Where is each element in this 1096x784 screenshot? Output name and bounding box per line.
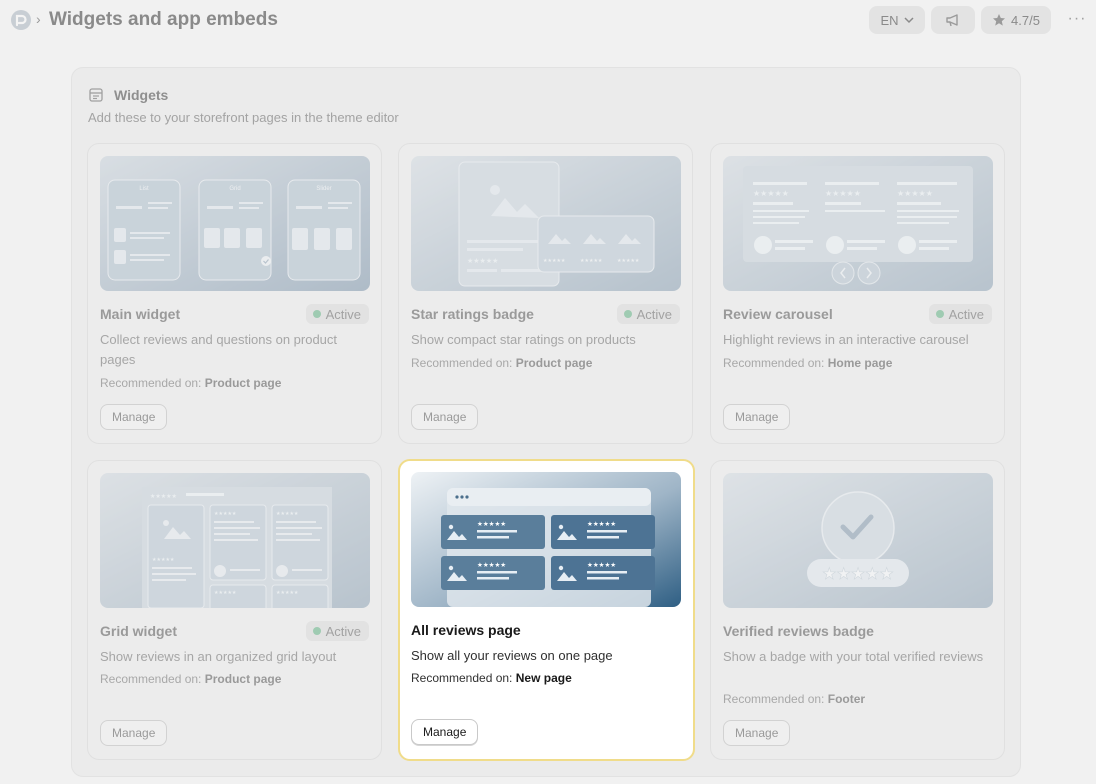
- card-recommendation: Recommended on: Product page: [411, 356, 592, 370]
- panel-subtitle: Add these to your storefront pages in th…: [88, 110, 399, 125]
- widget-card-all-reviews: ★★★★★ ★★★★★ ★★★★★ ★★★★★ All reviews page S…: [398, 459, 695, 761]
- language-selector[interactable]: EN: [869, 6, 925, 34]
- card-title: Grid widget: [100, 623, 177, 639]
- megaphone-icon: [946, 14, 958, 27]
- preview-tab-slider: Slider: [316, 186, 331, 192]
- recommended-label: Recommended on:: [411, 356, 513, 370]
- status-badge: Active: [305, 304, 369, 324]
- recommended-label: Recommended on:: [723, 692, 825, 706]
- widget-card-verified-badge: ★★★★★ Verified reviews badge Show a badg…: [710, 460, 1005, 760]
- widgets-panel: Widgets Add these to your storefront pag…: [71, 67, 1021, 777]
- app-logo-icon[interactable]: [10, 9, 32, 31]
- card-title: Verified reviews badge: [723, 623, 874, 639]
- card-recommendation: Recommended on: Product page: [100, 672, 281, 686]
- card-recommendation: Recommended on: Home page: [723, 356, 892, 370]
- widget-card-grid: ★★★★★ ★★★★★ ★★★★★ ★★★★★ ★★★★★ ★★★★★ Grid…: [87, 460, 382, 760]
- more-icon: ···: [1067, 10, 1087, 27]
- svg-text:★★★★★: ★★★★★: [822, 564, 894, 583]
- review-carousel-preview-image: ★★★★★ ★★★★★ ★★★★★: [723, 156, 993, 291]
- recommended-page: Product page: [515, 356, 593, 370]
- svg-text:★★★★★: ★★★★★: [825, 189, 861, 198]
- svg-text:★★★★★: ★★★★★: [152, 557, 175, 563]
- recommended-page: Footer: [827, 692, 866, 706]
- card-title: All reviews page: [411, 622, 521, 638]
- manage-button[interactable]: Manage: [723, 720, 791, 746]
- breadcrumb-separator: ›: [36, 11, 41, 27]
- svg-text:★★★★★: ★★★★★: [580, 258, 603, 264]
- verified-badge-preview-image: ★★★★★: [723, 473, 993, 608]
- svg-text:★★★★★: ★★★★★: [276, 590, 299, 596]
- manage-button[interactable]: Manage: [100, 720, 168, 746]
- star-ratings-preview-image: ★★★★★ ★★★★★ ★★★★★ ★★★★★: [411, 156, 681, 291]
- more-actions-button[interactable]: ···: [1066, 9, 1088, 29]
- card-description: Highlight reviews in an interactive caro…: [723, 332, 969, 347]
- svg-text:★★★★★: ★★★★★: [543, 258, 566, 264]
- preview-tab-list: List: [139, 186, 149, 192]
- manage-button[interactable]: Manage: [100, 404, 168, 430]
- svg-text:★★★★★: ★★★★★: [897, 189, 933, 198]
- card-description: Show compact star ratings on products: [411, 332, 636, 347]
- card-title: Review carousel: [723, 306, 833, 322]
- widget-card-star-ratings: ★★★★★ ★★★★★ ★★★★★ ★★★★★ Star ratings bad…: [398, 143, 693, 444]
- svg-text:★★★★★: ★★★★★: [477, 561, 506, 569]
- card-recommendation: Recommended on: Footer: [723, 692, 865, 706]
- card-recommendation: Recommended on: New page: [411, 671, 572, 685]
- svg-text:★★★★★: ★★★★★: [753, 189, 789, 198]
- card-description: Show a badge with your total verified re…: [723, 649, 984, 664]
- main-widget-preview-image: List Grid Slider: [100, 156, 370, 291]
- card-description: Collect reviews and questions on product…: [100, 332, 338, 367]
- recommended-page: Product page: [204, 376, 282, 390]
- widget-card-main: List Grid Slider Main widget Active Coll…: [87, 143, 382, 444]
- svg-text:★★★★★: ★★★★★: [587, 520, 616, 528]
- recommended-label: Recommended on:: [411, 671, 513, 685]
- manage-button[interactable]: Manage: [411, 719, 479, 745]
- widget-card-review-carousel: ★★★★★ ★★★★★ ★★★★★ Review carousel Active…: [710, 143, 1005, 444]
- chevron-down-icon: [904, 16, 914, 23]
- card-description: Show all your reviews on one page: [411, 648, 613, 663]
- page-title: Widgets and app embeds: [49, 9, 278, 30]
- panel-title: Widgets: [114, 87, 169, 103]
- announcements-button[interactable]: [931, 6, 975, 34]
- svg-text:★★★★★: ★★★★★: [214, 590, 237, 596]
- svg-text:★★★★★: ★★★★★: [617, 258, 640, 264]
- preview-tab-grid: Grid: [229, 186, 240, 192]
- grid-widget-preview-image: ★★★★★ ★★★★★ ★★★★★ ★★★★★ ★★★★★ ★★★★★: [100, 473, 370, 608]
- language-label: EN: [880, 12, 899, 28]
- recommended-label: Recommended on:: [723, 356, 825, 370]
- svg-text:★★★★★: ★★★★★: [276, 511, 299, 517]
- svg-text:★★★★★: ★★★★★: [587, 561, 616, 569]
- recommended-page: Product page: [204, 672, 282, 686]
- manage-button[interactable]: Manage: [411, 404, 479, 430]
- widgets-icon: [89, 88, 103, 102]
- star-icon: [993, 14, 1006, 26]
- card-recommendation: Recommended on: Product page: [100, 376, 281, 390]
- top-bar: › Widgets and app embeds EN 4.7/5 ···: [0, 0, 1096, 40]
- recommended-page: Home page: [827, 356, 893, 370]
- recommended-label: Recommended on:: [100, 376, 202, 390]
- status-badge: Active: [928, 304, 992, 324]
- svg-text:★★★★★: ★★★★★: [477, 520, 506, 528]
- recommended-label: Recommended on:: [100, 672, 202, 686]
- manage-button[interactable]: Manage: [723, 404, 791, 430]
- card-title: Main widget: [100, 306, 181, 322]
- svg-text:★★★★★: ★★★★★: [150, 493, 177, 500]
- recommended-page: New page: [515, 671, 572, 685]
- rating-button[interactable]: 4.7/5: [981, 6, 1051, 34]
- status-badge: Active: [616, 304, 680, 324]
- panel-header: Widgets: [88, 85, 168, 105]
- card-title: Star ratings badge: [411, 306, 534, 322]
- svg-text:★★★★★: ★★★★★: [214, 511, 237, 517]
- card-description: Show reviews in an organized grid layout: [100, 649, 337, 664]
- rating-value: 4.7/5: [1011, 12, 1040, 28]
- svg-text:★★★★★: ★★★★★: [467, 257, 498, 265]
- all-reviews-preview-image: ★★★★★ ★★★★★ ★★★★★ ★★★★★: [411, 472, 681, 607]
- status-badge: Active: [305, 621, 369, 641]
